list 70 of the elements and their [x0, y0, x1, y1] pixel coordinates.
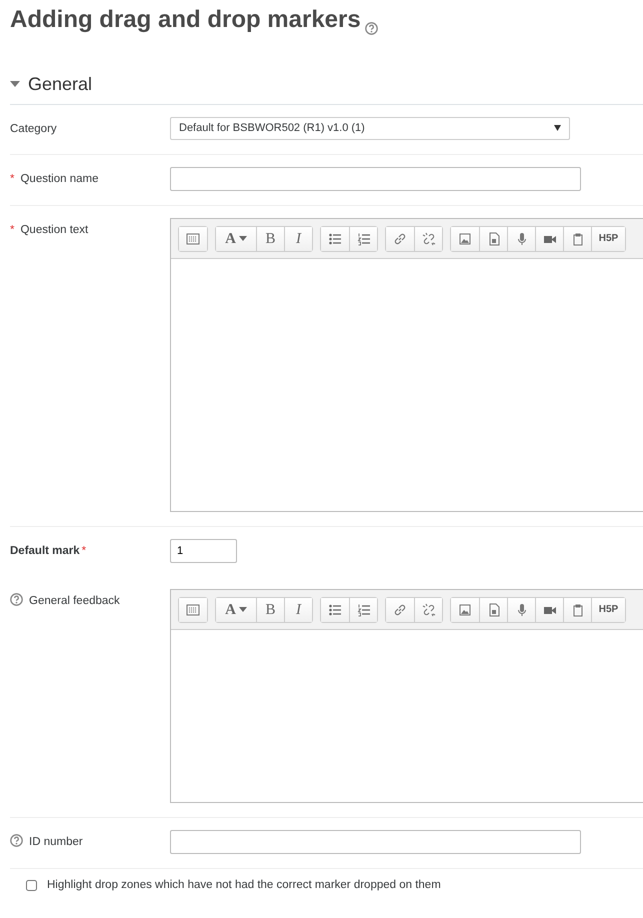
required-mark: * [10, 222, 14, 238]
toolbar-button[interactable] [563, 598, 591, 622]
toolbar-button[interactable] [386, 226, 414, 251]
caret-icon[interactable] [10, 81, 20, 88]
toolbar-button[interactable] [349, 598, 377, 622]
toolbar-button[interactable] [414, 226, 442, 251]
toolbar-button[interactable] [386, 598, 414, 622]
unlink-icon [422, 602, 436, 617]
bold-button[interactable]: B [256, 598, 284, 622]
section-title: General [28, 72, 92, 96]
file-icon [486, 602, 500, 617]
font-button[interactable]: A [216, 598, 256, 622]
checkbox[interactable] [26, 880, 37, 891]
caret-icon [238, 236, 247, 242]
grid-icon [186, 232, 200, 246]
toolbar-button[interactable] [507, 598, 535, 622]
file-icon [486, 232, 500, 246]
help-icon[interactable] [364, 22, 378, 35]
toolbar-button[interactable] [479, 226, 507, 251]
help-icon[interactable] [10, 592, 23, 606]
bullet-list-icon [328, 232, 342, 246]
clipboard-icon [570, 232, 584, 246]
grid-icon [186, 602, 200, 617]
toolbar-button[interactable] [451, 598, 479, 622]
bullet-list-icon [328, 602, 342, 617]
clipboard-icon [570, 602, 584, 617]
toolbar-button[interactable] [451, 226, 479, 251]
dropdown-arrow-icon [554, 125, 561, 132]
input-field[interactable] [170, 166, 581, 191]
numbered-list-icon [356, 602, 370, 617]
field-label: ID number [29, 834, 83, 850]
italic-button[interactable]: I [284, 226, 312, 251]
checkbox-label: Highlight drop zones which have not had the correct marker dropped on them [47, 878, 441, 893]
field-label: Category [10, 122, 57, 137]
text-editor[interactable]: A B I H5P [170, 218, 643, 512]
toolbar-button[interactable] [535, 226, 563, 251]
toolbar-button[interactable] [507, 226, 535, 251]
toolbar-button[interactable] [179, 598, 207, 622]
field-label: Default mark [10, 544, 80, 559]
input-field[interactable]: 1 [170, 538, 237, 563]
toolbar-button[interactable] [321, 226, 349, 251]
category-select[interactable]: Default for BSBWOR502 (R1) v1.0 (1) [170, 116, 570, 140]
field-label: General feedback [29, 594, 120, 609]
required-mark: * [10, 172, 14, 187]
input-field[interactable] [170, 830, 581, 854]
text-editor[interactable]: A B I H5P [170, 588, 643, 803]
help-icon[interactable] [10, 834, 23, 847]
field-label: Question text [20, 222, 88, 238]
h5p-button[interactable]: H5P [591, 226, 625, 251]
font-button[interactable]: A [216, 226, 256, 251]
toolbar-button[interactable] [414, 598, 442, 622]
unlink-icon [422, 232, 436, 246]
toolbar-button[interactable] [479, 598, 507, 622]
italic-button[interactable]: I [284, 598, 312, 622]
toolbar-button[interactable] [535, 598, 563, 622]
caret-icon [238, 607, 247, 612]
image-icon [458, 602, 472, 617]
field-label: Question name [20, 172, 98, 187]
h5p-button[interactable]: H5P [591, 598, 625, 622]
link-icon [393, 232, 407, 246]
toolbar-button[interactable] [563, 226, 591, 251]
image-icon [458, 232, 472, 246]
toolbar-button[interactable] [321, 598, 349, 622]
link-icon [393, 602, 407, 617]
toolbar-button[interactable] [179, 226, 207, 251]
numbered-list-icon [356, 232, 370, 246]
required-mark: * [82, 544, 86, 559]
bold-button[interactable]: B [256, 226, 284, 251]
toolbar-button[interactable] [349, 226, 377, 251]
page-title: Adding drag and drop markers [10, 6, 361, 35]
